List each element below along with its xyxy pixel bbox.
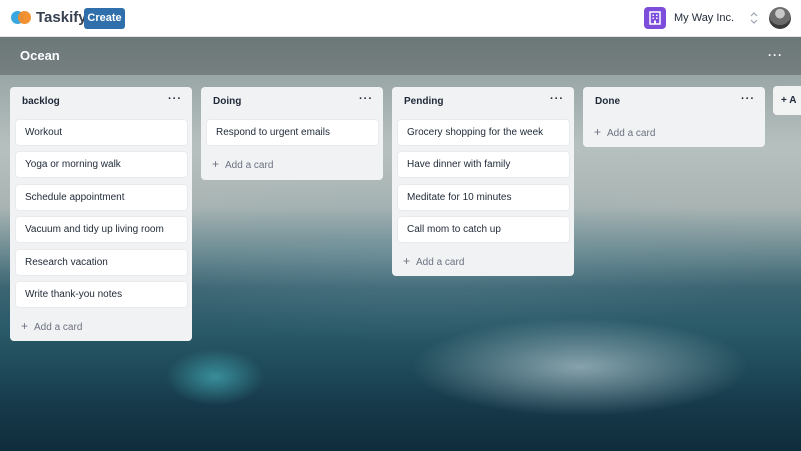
card[interactable]: Have dinner with family	[398, 152, 569, 178]
list-doing: Doing ··· Respond to urgent emails + Add …	[201, 87, 383, 180]
card[interactable]: Respond to urgent emails	[207, 120, 378, 145]
top-navbar: Taskify Create My Way Inc.	[0, 0, 801, 37]
list-backlog: backlog ··· Workout Yoga or morning walk…	[10, 87, 192, 341]
board-title[interactable]: Ocean	[20, 48, 60, 63]
card[interactable]: Meditate for 10 minutes	[398, 184, 569, 210]
card-list: Respond to urgent emails	[207, 120, 378, 152]
organization-name[interactable]: My Way Inc.	[674, 12, 734, 24]
list-more-icon[interactable]: ···	[168, 93, 182, 105]
taskify-logo-icon[interactable]	[11, 9, 31, 27]
building-icon[interactable]	[644, 7, 666, 29]
plus-icon: +	[403, 254, 411, 268]
list-more-icon[interactable]: ···	[741, 93, 755, 105]
plus-icon: +	[21, 319, 29, 333]
card-list: Workout Yoga or morning walk Schedule ap…	[16, 120, 187, 314]
add-list-button[interactable]: + A	[773, 86, 801, 115]
add-card-label: Add a card	[607, 128, 656, 139]
card[interactable]: Write thank-you notes	[16, 281, 187, 307]
card[interactable]: Schedule appointment	[16, 184, 187, 210]
chevron-up-down-icon[interactable]	[749, 10, 759, 26]
card[interactable]: Call mom to catch up	[398, 217, 569, 243]
list-title[interactable]: backlog	[22, 96, 60, 107]
list-more-icon[interactable]: ···	[359, 93, 373, 105]
plus-icon: +	[212, 157, 220, 171]
card[interactable]: Yoga or morning walk	[16, 152, 187, 178]
list-title[interactable]: Done	[595, 96, 620, 107]
list-title[interactable]: Pending	[404, 96, 443, 107]
user-avatar[interactable]	[769, 7, 791, 29]
list-pending: Pending ··· Grocery shopping for the wee…	[392, 87, 574, 276]
add-card-button[interactable]: + Add a card	[21, 319, 82, 333]
board-more-icon[interactable]: ···	[768, 48, 783, 62]
card[interactable]: Workout	[16, 120, 187, 145]
card-list: Grocery shopping for the week Have dinne…	[398, 120, 569, 250]
board-header: Ocean ···	[0, 37, 801, 75]
add-card-label: Add a card	[225, 160, 274, 171]
list-more-icon[interactable]: ···	[550, 93, 564, 105]
add-card-label: Add a card	[34, 322, 83, 333]
add-card-button[interactable]: + Add a card	[212, 157, 273, 171]
brand-name[interactable]: Taskify	[36, 9, 87, 26]
card[interactable]: Grocery shopping for the week	[398, 120, 569, 145]
create-button[interactable]: Create	[84, 8, 125, 29]
add-card-button[interactable]: + Add a card	[594, 125, 655, 139]
add-card-button[interactable]: + Add a card	[403, 254, 464, 268]
card[interactable]: Research vacation	[16, 249, 187, 275]
list-title[interactable]: Doing	[213, 96, 241, 107]
list-done: Done ··· + Add a card	[583, 87, 765, 147]
add-card-label: Add a card	[416, 257, 465, 268]
card[interactable]: Vacuum and tidy up living room	[16, 217, 187, 243]
plus-icon: +	[594, 125, 602, 139]
